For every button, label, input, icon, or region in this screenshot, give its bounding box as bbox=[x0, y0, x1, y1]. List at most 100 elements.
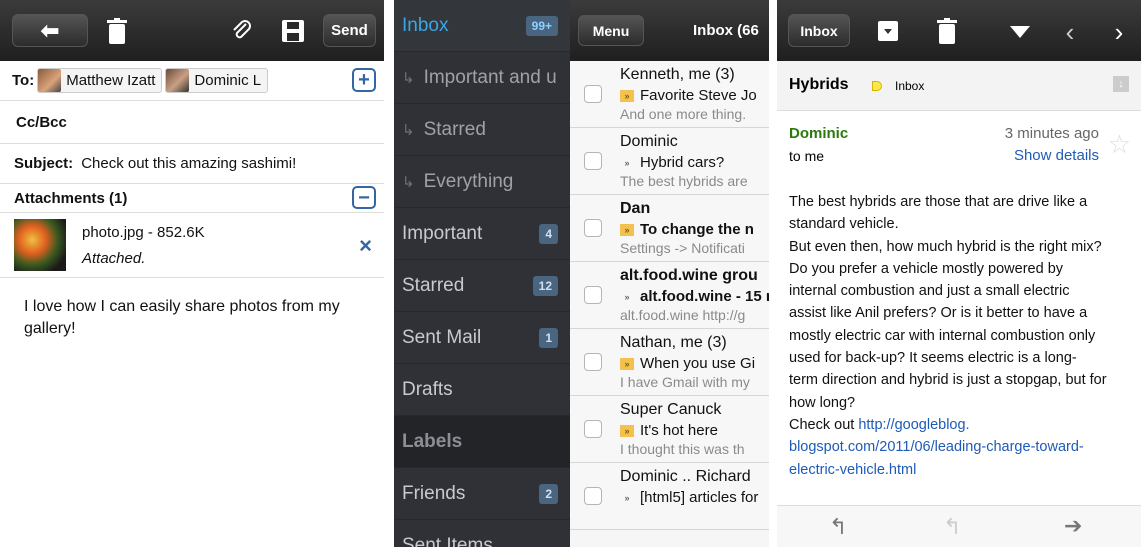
subject-row[interactable]: Subject: Check out this amazing sashimi! bbox=[0, 144, 384, 184]
message-row[interactable]: Dominic » Hybrid cars? The best hybrids are bbox=[570, 128, 769, 195]
select-checkbox[interactable] bbox=[584, 353, 602, 371]
message-subject: It's hot here bbox=[640, 422, 718, 439]
message-snippet: I have Gmail with my bbox=[620, 374, 750, 390]
select-checkbox[interactable] bbox=[584, 487, 602, 505]
add-recipient-button[interactable]: + bbox=[352, 68, 376, 92]
message-subject: Favorite Steve Jo bbox=[640, 87, 757, 104]
remove-attachment-icon[interactable]: × bbox=[359, 233, 372, 259]
sidebar-item[interactable]: Inbox 99+ bbox=[394, 0, 570, 52]
select-checkbox[interactable] bbox=[584, 286, 602, 304]
collapse-attachments-button[interactable]: − bbox=[352, 186, 376, 209]
more-actions-icon[interactable] bbox=[1009, 24, 1031, 40]
message-subject: When you use Gi bbox=[640, 355, 756, 372]
sidebar-item[interactable]: Drafts bbox=[394, 364, 570, 416]
subject-input[interactable]: Check out this amazing sashimi! bbox=[81, 155, 296, 172]
download-icon[interactable]: ↓ bbox=[1113, 76, 1129, 92]
message-row[interactable]: alt.food.wine grou » alt.food.wine - 15 n a… bbox=[570, 262, 769, 329]
message-sender: Nathan, me (3) bbox=[620, 334, 727, 351]
message-row[interactable]: Dan » To change the n Settings -> Notificat… bbox=[570, 195, 769, 262]
message-sender: Dominic bbox=[620, 133, 678, 150]
message-row[interactable]: Kenneth, me (3) » Favorite Steve Jo And one… bbox=[570, 61, 769, 128]
avatar bbox=[166, 69, 190, 92]
paperclip-icon[interactable] bbox=[230, 19, 254, 43]
message-snippet: The best hybrids are bbox=[620, 173, 748, 189]
recipient-name: Matthew Izatt bbox=[66, 72, 156, 89]
trash-icon[interactable] bbox=[936, 17, 958, 45]
sidebar-item[interactable]: Starred 12 bbox=[394, 260, 570, 312]
sidebar-item[interactable]: ↳ Important and u bbox=[394, 52, 570, 104]
body-line: Check out http://googleblog. bbox=[789, 414, 1121, 436]
sidebar-item[interactable]: Sent Mail 1 bbox=[394, 312, 570, 364]
blog-link[interactable]: electric-vehicle.html bbox=[789, 459, 1121, 481]
message-subject-line: » alt.food.wine - 15 n bbox=[620, 288, 769, 305]
attachments-label: Attachments (1) bbox=[14, 189, 128, 207]
message-row[interactable]: Dominic .. Richard » [html5] articles for bbox=[570, 463, 769, 530]
message-row[interactable]: Super Canuck » It's hot here I thought this… bbox=[570, 396, 769, 463]
label-chip[interactable]: Inbox bbox=[895, 79, 924, 93]
ccbcc-row[interactable]: Cc/Bcc bbox=[0, 101, 384, 144]
message-body-input[interactable]: I love how I can easily share photos fro… bbox=[0, 278, 384, 340]
recipient-chip[interactable]: Dominic L bbox=[165, 68, 269, 93]
avatar bbox=[38, 69, 62, 92]
message-subject: [html5] articles for bbox=[640, 489, 759, 506]
important-marker-icon[interactable]: » bbox=[620, 425, 634, 437]
select-checkbox[interactable] bbox=[584, 152, 602, 170]
not-important-marker-icon[interactable]: » bbox=[620, 157, 634, 169]
not-important-marker-icon[interactable]: » bbox=[620, 291, 634, 303]
count-badge: 1 bbox=[539, 327, 558, 348]
select-checkbox[interactable] bbox=[584, 219, 602, 237]
recipient-chip[interactable]: Matthew Izatt bbox=[37, 68, 163, 93]
message-subject-line: » It's hot here bbox=[620, 422, 718, 439]
message-subject: Hybrid cars? bbox=[640, 154, 725, 171]
recipient-name: Dominic L bbox=[194, 72, 262, 89]
message-body: The best hybrids are those that are driv… bbox=[777, 171, 1141, 481]
message-subject-line: » [html5] articles for bbox=[620, 489, 758, 506]
to-label: To: bbox=[12, 72, 35, 89]
show-details-link[interactable]: Show details bbox=[1014, 147, 1099, 164]
forward-icon[interactable]: ➔ bbox=[1064, 513, 1082, 539]
blog-link[interactable]: blogspot.com/2011/06/leading-charge-towa… bbox=[789, 436, 1121, 458]
body-line: assist like Anil prefers? Or is it bette… bbox=[789, 305, 1088, 322]
sidebar-item[interactable]: Friends 2 bbox=[394, 468, 570, 520]
blog-link[interactable]: http://googleblog. bbox=[858, 417, 969, 433]
back-to-inbox-button[interactable]: Inbox bbox=[788, 14, 850, 47]
sidebar-item[interactable]: ↳ Starred bbox=[394, 104, 570, 156]
message-row[interactable]: Nathan, me (3) » When you use Gi I have Gma… bbox=[570, 329, 769, 396]
previous-message-icon[interactable]: ‹ bbox=[1061, 19, 1079, 45]
select-checkbox[interactable] bbox=[584, 420, 602, 438]
attachment-thumbnail[interactable] bbox=[14, 219, 66, 271]
select-checkbox[interactable] bbox=[584, 85, 602, 103]
message-sender: Dominic .. Richard bbox=[620, 468, 751, 485]
archive-icon[interactable] bbox=[876, 20, 900, 42]
message-subject-line: » Favorite Steve Jo bbox=[620, 87, 757, 104]
important-marker-icon[interactable] bbox=[872, 81, 882, 91]
sidebar-item[interactable]: ↳ Everything bbox=[394, 156, 570, 208]
next-message-icon[interactable]: › bbox=[1110, 19, 1128, 45]
trash-icon[interactable] bbox=[104, 17, 130, 45]
important-marker-icon[interactable]: » bbox=[620, 90, 634, 102]
to-row[interactable]: To: Matthew Izatt Dominic L + bbox=[0, 61, 384, 101]
important-marker-icon[interactable]: » bbox=[620, 224, 634, 236]
sidebar-item[interactable]: Sent Items bbox=[394, 520, 570, 547]
send-button[interactable]: Send bbox=[323, 14, 376, 47]
body-line: The best hybrids are those that are driv… bbox=[789, 194, 1088, 210]
sidebar-item-label: Sent Items bbox=[402, 534, 493, 547]
thread-subject: Hybrids bbox=[789, 76, 849, 93]
minus-icon: − bbox=[358, 186, 370, 209]
inbox-panel: Inbox 99+ ↳ Important and u ↳ Starred ↳ Everyth… bbox=[394, 0, 769, 547]
reply-all-icon[interactable]: ↰ bbox=[943, 514, 961, 540]
sidebar-item[interactable]: Important 4 bbox=[394, 208, 570, 260]
sidebar-item-label: Important bbox=[402, 222, 483, 244]
reply-icon[interactable]: ↰ bbox=[829, 514, 847, 540]
star-icon[interactable]: ☆ bbox=[1108, 129, 1131, 160]
message-header[interactable]: Dominic to me 3 minutes ago Show details… bbox=[777, 111, 1141, 171]
menu-button[interactable]: Menu bbox=[578, 15, 644, 46]
important-marker-icon[interactable]: » bbox=[620, 358, 634, 370]
save-draft-icon[interactable] bbox=[280, 18, 306, 44]
back-button[interactable]: ⬅ bbox=[12, 14, 88, 47]
count-badge: 12 bbox=[532, 275, 558, 296]
body-line: Do you prefer a vehicle mostly powered b… bbox=[789, 260, 1064, 277]
not-important-marker-icon[interactable]: » bbox=[620, 492, 634, 504]
sub-arrow-icon: ↳ bbox=[402, 121, 415, 139]
plus-icon: + bbox=[358, 69, 370, 91]
